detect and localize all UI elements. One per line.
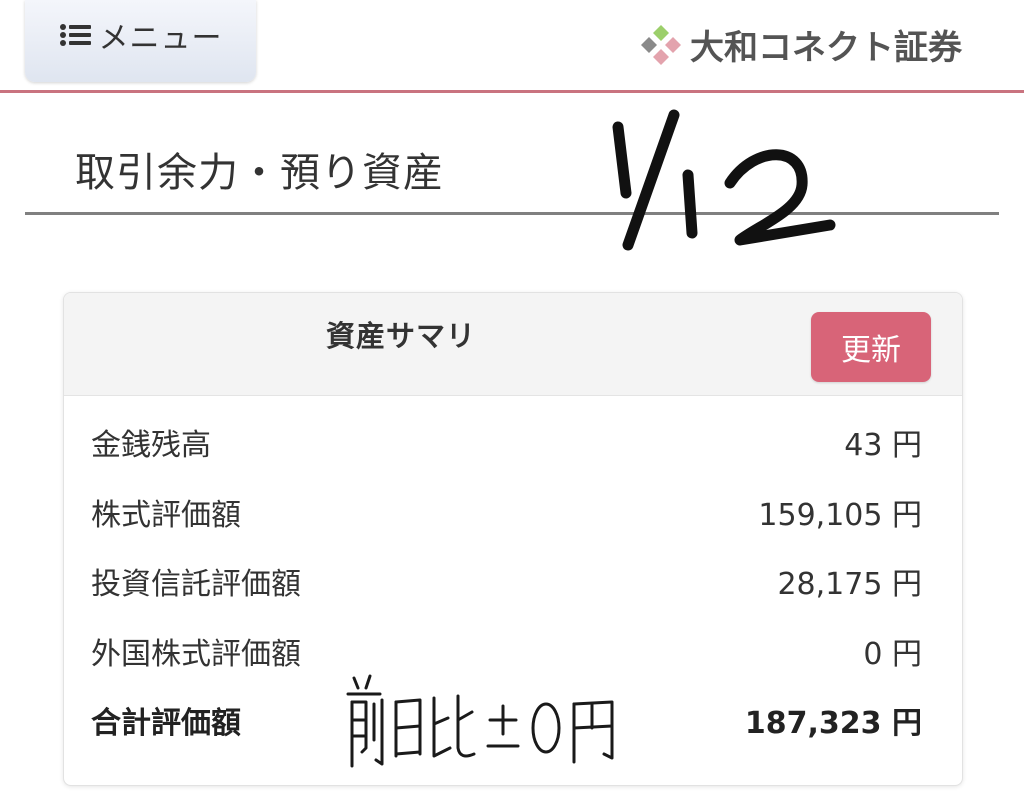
row-value: 0 円	[863, 637, 922, 672]
handwritten-date	[612, 109, 836, 251]
page-title: 取引余力・預り資産	[75, 150, 444, 196]
row-label: 外国株式評価額	[91, 637, 301, 672]
total-label: 合計評価額	[91, 706, 241, 741]
row-label: 投資信託評価額	[91, 567, 301, 602]
brand-name: 大和コネクト証券	[690, 28, 962, 68]
brand-logo-icon	[641, 24, 681, 65]
menu-button[interactable]: メニュー	[25, 0, 256, 82]
card-title: 資産サマリ	[326, 319, 477, 353]
asset-row-stocks: 株式評価額 159,105 円	[64, 491, 962, 541]
asset-row-cash: 金銭残高 43 円	[64, 421, 962, 471]
card-header: 資産サマリ 更新	[64, 293, 962, 396]
app-header: メニュー 大和コネクト証券	[0, 0, 1024, 93]
row-value: 159,105 円	[758, 498, 922, 533]
total-value: 187,323 円	[744, 706, 922, 741]
asset-row-mutual-funds: 投資信託評価額 28,175 円	[64, 560, 962, 610]
menu-label: メニュー	[98, 21, 223, 56]
refresh-button[interactable]: 更新	[811, 312, 931, 382]
row-label: 株式評価額	[91, 498, 241, 533]
brand[interactable]: 大和コネクト証券	[638, 20, 962, 69]
row-label: 金銭残高	[91, 428, 211, 463]
list-menu-icon	[59, 24, 91, 46]
handwritten-note	[346, 674, 614, 768]
row-value: 28,175 円	[777, 567, 922, 602]
row-value: 43 円	[844, 428, 922, 463]
